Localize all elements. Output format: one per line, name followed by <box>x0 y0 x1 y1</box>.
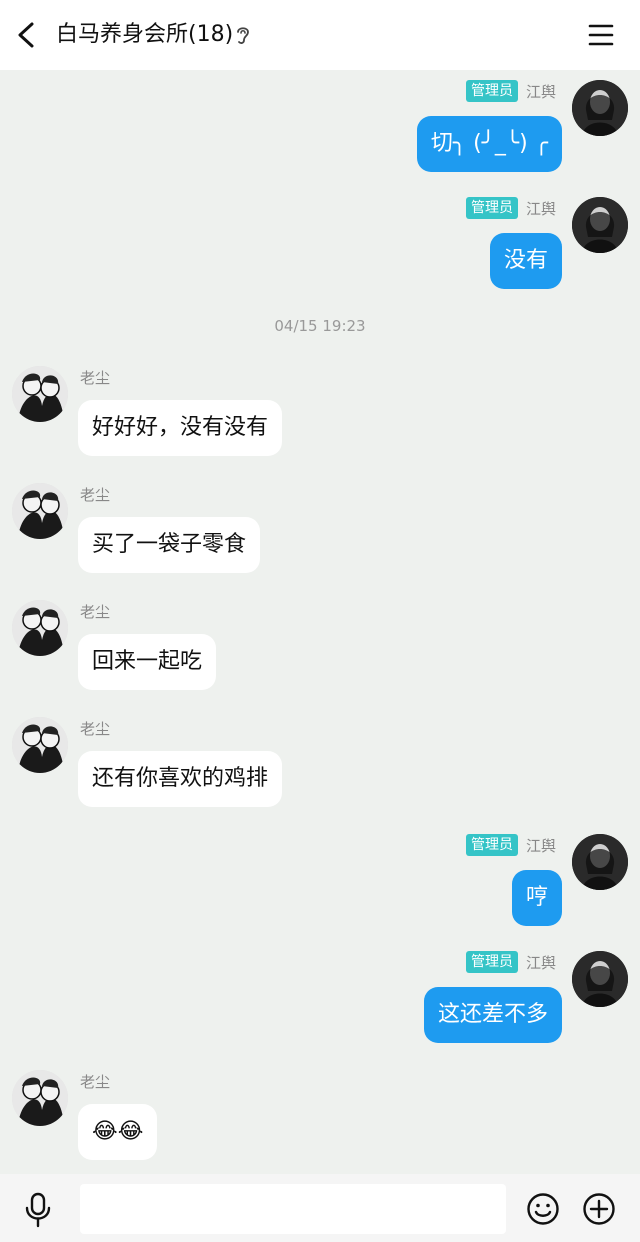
microphone-icon[interactable] <box>24 1192 52 1228</box>
chat-header: 白马养身会所(18) <box>0 0 640 70</box>
sender-name: 老尘 <box>80 602 111 621</box>
message-input[interactable] <box>80 1184 506 1234</box>
sender-name: 老尘 <box>80 1072 111 1091</box>
menu-icon[interactable] <box>588 22 614 48</box>
sender-name: 江舆 <box>525 836 556 855</box>
message-bubble[interactable]: 这还差不多 <box>423 987 562 1043</box>
message-bubble[interactable]: 没有 <box>489 233 562 289</box>
sender-meta: 老尘 <box>80 1070 110 1092</box>
avatar[interactable] <box>12 1070 68 1126</box>
avatar[interactable] <box>12 366 68 422</box>
chat-title[interactable]: 白马养身会所(18) <box>56 18 233 52</box>
sender-meta: 老尘 <box>80 366 110 388</box>
back-arrow-icon[interactable] <box>14 20 40 50</box>
sender-meta: 管理员 江舆 <box>465 80 556 102</box>
emoji-icon[interactable] <box>526 1192 560 1226</box>
avatar[interactable] <box>572 197 628 253</box>
sender-name: 江舆 <box>525 82 556 101</box>
message-bubble[interactable]: 切╮ (╯_╰) ╭ <box>416 116 562 172</box>
sender-meta: 管理员 江舆 <box>465 951 556 973</box>
plus-icon[interactable] <box>582 1192 616 1226</box>
sender-name: 老尘 <box>80 485 111 504</box>
avatar[interactable] <box>12 600 68 656</box>
sender-meta: 管理员 江舆 <box>465 197 556 219</box>
sender-name: 江舆 <box>525 953 556 972</box>
admin-badge: 管理员 <box>465 80 518 102</box>
sender-meta: 管理员 江舆 <box>465 834 556 856</box>
admin-badge: 管理员 <box>465 834 518 856</box>
avatar[interactable] <box>12 717 68 773</box>
message-bubble[interactable]: 好好好，没有没有 <box>78 400 283 456</box>
sender-meta: 老尘 <box>80 600 110 622</box>
message-bubble[interactable]: 哼 <box>511 870 562 926</box>
timestamp: 04/15 19:23 <box>274 317 366 335</box>
admin-badge: 管理员 <box>465 197 518 219</box>
sender-name: 江舆 <box>525 199 556 218</box>
admin-badge: 管理员 <box>465 951 518 973</box>
sender-meta: 老尘 <box>80 483 110 505</box>
sender-name: 老尘 <box>80 368 111 387</box>
avatar[interactable] <box>12 483 68 539</box>
message-list[interactable]: 管理员 江舆 切╮ (╯_╰) ╭ 管理员 江舆 没有 04/15 19:23 … <box>0 70 640 1174</box>
message-bubble[interactable]: 还有你喜欢的鸡排 <box>78 751 283 807</box>
avatar[interactable] <box>572 80 628 136</box>
sender-name: 老尘 <box>80 719 111 738</box>
avatar[interactable] <box>572 951 628 1007</box>
sender-meta: 老尘 <box>80 717 110 739</box>
avatar[interactable] <box>572 834 628 890</box>
input-bar <box>0 1174 640 1242</box>
message-bubble[interactable]: 买了一袋子零食 <box>78 517 261 573</box>
ear-icon[interactable] <box>234 24 252 46</box>
message-bubble[interactable]: 回来一起吃 <box>78 634 217 690</box>
message-bubble[interactable]: 😂😂 <box>78 1104 158 1160</box>
